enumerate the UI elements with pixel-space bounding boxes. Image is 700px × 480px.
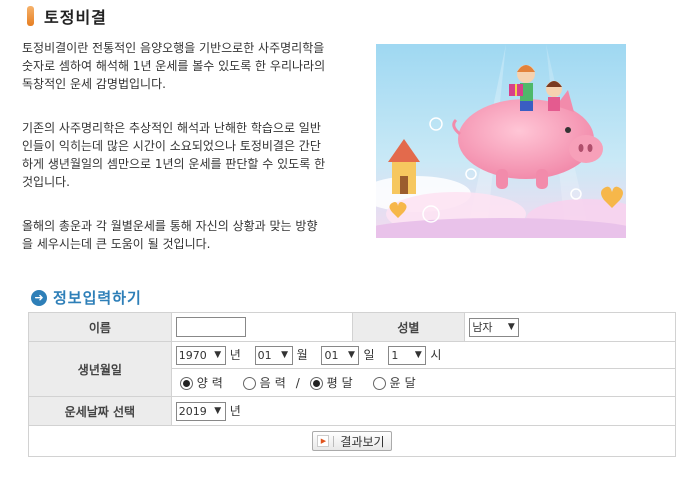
radio-leap-month[interactable]: [372, 377, 386, 390]
name-label: 이름: [28, 312, 172, 342]
info-form: 이름 성별 남자 ▼ 생년월일 1970 ▼ 년 01 ▼ 월 01 ▼ 일 1…: [28, 312, 677, 457]
birth-month-value: 01: [257, 348, 272, 362]
fortune-year-select[interactable]: 2019 ▼: [175, 401, 226, 421]
radio-normal-month-label: 평달: [326, 376, 357, 390]
section-title: 정보입력하기: [53, 289, 142, 307]
gender-value: 남자: [472, 321, 493, 334]
radio-lunar-label: 음력: [259, 376, 290, 390]
birth-hour-select[interactable]: 1 ▼: [388, 345, 427, 365]
radio-lunar[interactable]: [242, 377, 256, 390]
birth-selects-cell: 1970 ▼ 년 01 ▼ 월 01 ▼ 일 1 ▼ 시: [170, 341, 677, 369]
calendar-radios-cell: 양력 음력 / 평달 윤달: [170, 368, 677, 397]
button-divider: [333, 435, 335, 447]
radio-solar-label: 양력: [196, 376, 227, 390]
section-header: ➜ 정보입력하기: [31, 287, 142, 308]
fortune-year-value: 2019: [178, 404, 207, 418]
chevron-down-icon: ▼: [414, 350, 422, 360]
title-bar-icon: [27, 6, 34, 26]
gender-select[interactable]: 남자 ▼: [469, 317, 520, 337]
fortune-year-unit: 년: [229, 403, 241, 418]
birth-year-select[interactable]: 1970 ▼: [175, 345, 226, 365]
radio-solar[interactable]: [179, 377, 193, 390]
gender-label: 성별: [351, 312, 466, 342]
year-unit: 년: [229, 347, 241, 362]
intro-paragraph-1: 토정비결이란 전통적인 음양오행을 기반으로한 사주명리학을 숫자로 셈하여 해…: [22, 41, 326, 91]
gender-cell: 남자 ▼: [464, 312, 676, 342]
name-input[interactable]: [175, 317, 246, 337]
submit-label: 결과보기: [340, 434, 385, 449]
chevron-down-icon: ▼: [214, 350, 222, 360]
radio-normal-month[interactable]: [309, 377, 323, 390]
name-cell: [170, 312, 353, 342]
month-unit: 월: [296, 347, 308, 362]
play-icon: ▶: [317, 435, 330, 447]
hour-unit: 시: [430, 347, 442, 362]
separator: /: [295, 376, 300, 390]
name-gender-row: 이름 성별 남자 ▼: [28, 312, 676, 342]
birth-date-row: 생년월일 1970 ▼ 년 01 ▼ 월 01 ▼ 일 1 ▼ 시: [28, 341, 677, 397]
chevron-down-icon: ▼: [507, 322, 515, 332]
submit-row: ▶ 결과보기: [28, 425, 676, 457]
submit-cell: ▶ 결과보기: [28, 425, 676, 457]
birth-day-value: 01: [324, 348, 339, 362]
intro-paragraph-2: 기존의 사주명리학은 추상적인 해석과 난해한 학습으로 일반인들이 익히는데 …: [22, 121, 326, 189]
birth-year-value: 1970: [178, 348, 207, 362]
illustration-svg: [376, 44, 626, 238]
flying-pig-illustration: [376, 44, 626, 238]
birth-day-select[interactable]: 01 ▼: [321, 345, 360, 365]
fortune-year-cell: 2019 ▼ 년: [170, 396, 677, 426]
submit-button[interactable]: ▶ 결과보기: [312, 431, 392, 451]
radio-leap-month-label: 윤달: [389, 376, 420, 390]
page-title: 토정비결: [44, 8, 107, 27]
arrow-circle-icon: ➜: [31, 289, 47, 306]
birth-hour-value: 1: [391, 348, 399, 362]
fortune-year-row: 운세날짜 선택 2019 ▼ 년: [28, 396, 677, 426]
birth-label: 생년월일: [28, 341, 172, 397]
chevron-down-icon: ▼: [348, 350, 355, 360]
page-header: 토정비결: [27, 4, 107, 28]
fortune-year-label: 운세날짜 선택: [28, 396, 172, 426]
day-unit: 일: [363, 347, 375, 362]
chevron-down-icon: ▼: [214, 406, 222, 416]
birth-month-select[interactable]: 01 ▼: [254, 345, 293, 365]
intro-paragraph-3: 올해의 총운과 각 월별운세를 통해 자신의 상황과 맞는 방향을 세우시는데 …: [22, 219, 318, 251]
chevron-down-icon: ▼: [281, 350, 289, 360]
